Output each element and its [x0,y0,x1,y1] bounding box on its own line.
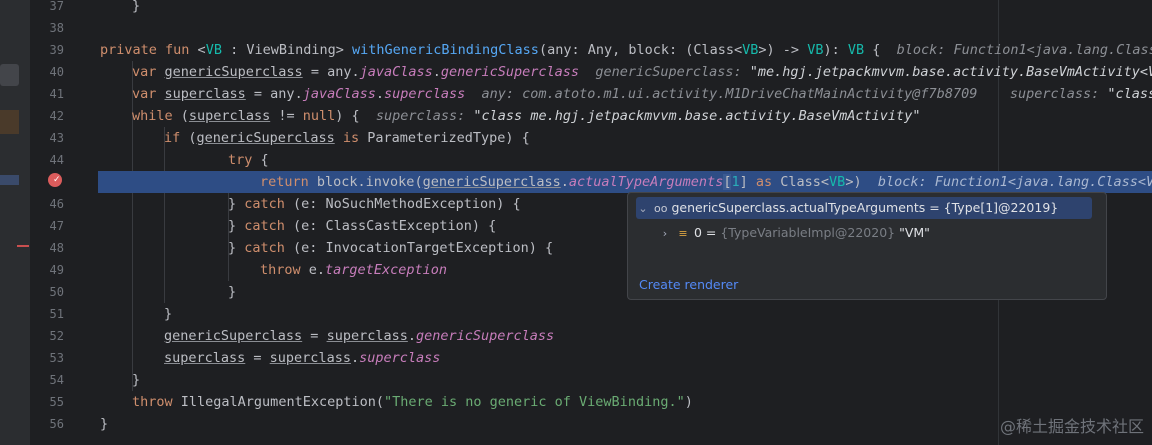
line-number: 40 [49,65,64,79]
change-marker [0,175,19,185]
code-line-52: genericSuperclass = superclass.genericSu… [164,328,555,344]
line-number: 42 [49,109,64,123]
line-number: 47 [49,219,64,233]
indent-guide [164,127,165,303]
code-line-49: throw e.targetException [260,262,447,278]
line-number: 51 [49,307,64,321]
line-number: 48 [49,241,64,255]
line-number: 50 [49,285,64,299]
array-element-icon: ≡ [678,227,688,240]
line-number: 56 [49,417,64,431]
inline-debug-hint: genericSuperclass: [579,64,750,80]
line-number: 41 [49,87,64,101]
line-number: 39 [49,43,64,57]
chevron-down-icon[interactable]: ⌄ [636,198,650,220]
change-marker [0,110,19,134]
code-line-54: } [132,372,141,388]
inline-debug-hint: any: com.atoto.m1.ui.activity.M1DriveCha… [465,86,1108,102]
code-line-42: while (superclass != null) { superclass:… [132,108,921,124]
code-line-48: } catch (e: InvocationTargetException) { [228,240,554,256]
line-number: 37 [49,0,64,13]
watch-glasses-icon: oo [653,202,668,215]
line-number: 43 [49,131,64,145]
line-number: 44 [49,153,64,167]
line-number: 54 [49,373,64,387]
popup-child-node[interactable]: › ≡ 0 = {TypeVariableImpl@22020} "VM" [658,222,930,244]
code-line-44: try { [228,152,269,168]
code-line-37: } [132,0,141,14]
tool-window-button[interactable] [0,64,19,86]
code-line-46: } catch (e: NoSuchMethodException) { [228,196,521,212]
code-line-53: superclass = superclass.superclass [164,350,441,366]
inline-debug-hint: block: Function1<java.lang.Class<VB [877,174,1152,190]
popup-root-node[interactable]: ⌄ oo genericSuperclass.actualTypeArgumen… [636,197,1092,219]
code-line-41: var superclass = any.javaClass.superclas… [132,86,1152,102]
code-line-47: } catch (e: ClassCastException) { [228,218,497,234]
inline-debug-hint: superclass: [375,108,474,124]
line-number: 53 [49,351,64,365]
breakpoint-icon[interactable]: ✓ [48,173,62,187]
code-line-40: var genericSuperclass = any.javaClass.ge… [132,64,1152,80]
code-line-45: return block.invoke(genericSuperclass.ac… [260,171,1152,193]
code-line-43: if (genericSuperclass is ParameterizedTy… [164,130,530,146]
code-line-39: private fun <VB : ViewBinding> withGener… [100,39,1152,61]
inline-debug-hint: block: Function1<java.lang.Class< [896,42,1152,58]
chevron-right-icon[interactable]: › [658,223,672,245]
code-line-55: throw IllegalArgumentException("There is… [132,394,693,410]
error-marker [17,245,29,247]
line-number: 46 [49,197,64,211]
left-tool-strip [0,0,30,445]
line-number: 55 [49,395,64,409]
line-number: 38 [49,21,64,35]
check-icon: ✓ [53,175,61,185]
debug-value-popup[interactable]: ⌄ oo genericSuperclass.actualTypeArgumen… [627,192,1107,300]
code-line-56: } [100,416,109,432]
line-number: 52 [49,329,64,343]
code-line-50: } [228,284,237,300]
code-line-51: } [164,306,173,322]
line-number: 49 [49,263,64,277]
create-renderer-link[interactable]: Create renderer [639,277,738,292]
watermark: @稀土掘金技术社区 [999,417,1144,436]
